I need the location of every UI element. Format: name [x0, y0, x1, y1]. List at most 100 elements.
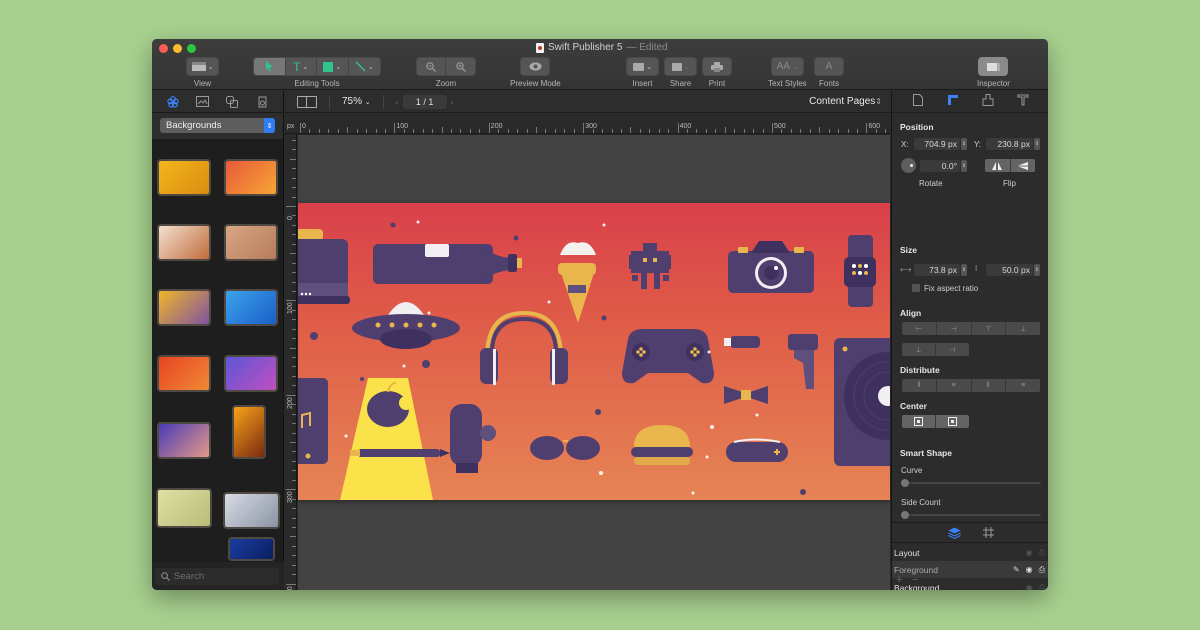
x-position-input[interactable]: 704.9 px — [914, 138, 960, 150]
visibility-eye-icon[interactable]: ◉ — [1026, 548, 1033, 558]
page-set-select[interactable]: Content Pages⇕ — [809, 96, 882, 107]
document-page[interactable] — [298, 203, 890, 500]
inspector-tab-text[interactable] — [1015, 94, 1031, 109]
align-top-button[interactable]: ⊤ — [972, 322, 1007, 335]
y-position-input[interactable]: 230.8 px — [986, 138, 1033, 150]
line-tool-button[interactable]: ⌄ — [349, 58, 380, 75]
fonts-button[interactable]: A — [815, 58, 843, 75]
thumbnail-yellow-purple-paint[interactable] — [159, 291, 209, 324]
flip-horizontal-button[interactable] — [985, 159, 1011, 172]
center-vertical-button[interactable] — [936, 415, 969, 428]
printer-icon[interactable]: ⎙ — [1039, 565, 1045, 575]
library-tab-symbols[interactable] — [253, 95, 271, 109]
shape-tool-button[interactable]: ⌄ — [317, 58, 349, 75]
align-left-button[interactable]: ⊢ — [902, 322, 937, 335]
rotate-input[interactable]: 0.0° — [920, 160, 960, 172]
visibility-eye-icon[interactable]: ◉ — [1026, 583, 1033, 591]
visibility-eye-icon[interactable]: ◉ — [1026, 565, 1033, 575]
smart-shape-title: Smart Shape — [900, 448, 952, 458]
zoom-out-button[interactable] — [417, 58, 447, 75]
thumbnail-fire-trees[interactable] — [234, 407, 264, 457]
align-vertical-center-button[interactable]: ⊣ — [936, 343, 969, 356]
grid-icon[interactable] — [982, 527, 994, 538]
thumbnail-purple-blue-paint[interactable] — [226, 357, 276, 390]
library-tab-images[interactable] — [194, 95, 212, 109]
fix-aspect-checkbox[interactable] — [912, 284, 920, 292]
select-tool-button[interactable] — [254, 58, 286, 75]
library-tab-backgrounds[interactable] — [164, 95, 182, 109]
thumbnail-tan-texture[interactable] — [226, 226, 276, 259]
align-right-button[interactable]: ⊣ — [937, 322, 972, 335]
facing-pages-button[interactable] — [297, 95, 317, 108]
minimize-window-button[interactable] — [173, 44, 182, 53]
flip-vertical-button[interactable] — [1011, 159, 1036, 172]
zoom-in-button[interactable] — [446, 58, 475, 75]
curve-slider-track[interactable] — [902, 482, 1041, 484]
center-horizontal-button[interactable] — [902, 415, 936, 428]
ruler-tick — [809, 129, 811, 133]
share-button[interactable]: ⌄ — [665, 58, 696, 75]
thumbnail-orange-pink-streaks[interactable] — [226, 161, 276, 194]
next-page-button[interactable]: › — [451, 97, 454, 107]
text-tool-button[interactable]: T ⌄ — [286, 58, 317, 75]
thumbnail-red-orange-paint[interactable] — [159, 357, 209, 390]
insert-button[interactable]: ⌄ — [627, 58, 658, 75]
ruler-label: 500 — [774, 123, 786, 130]
thumbnail-pale-green-texture[interactable] — [158, 490, 210, 526]
maximize-window-button[interactable] — [187, 44, 196, 53]
distribute-left-button[interactable]: ‖ — [902, 379, 937, 392]
inspector-button[interactable] — [979, 58, 1007, 75]
layers-icon[interactable] — [947, 527, 961, 539]
curve-slider-knob[interactable] — [901, 479, 909, 487]
inspector-tab-style[interactable] — [980, 94, 996, 109]
inspector-tab-geometry[interactable] — [945, 94, 961, 109]
thumbnail-blue-watercolor[interactable] — [226, 291, 276, 324]
align-bottom-button[interactable]: ⊥ — [1006, 322, 1040, 335]
width-stepper[interactable]: ⇕ — [961, 264, 967, 276]
zoom-level-select[interactable]: 75% ⌄ — [342, 96, 371, 107]
thumbnail-navy-texture[interactable] — [230, 539, 273, 559]
canvas[interactable] — [298, 135, 890, 590]
height-stepper[interactable]: ⇕ — [1034, 264, 1040, 276]
printer-icon[interactable]: ⎙ — [1039, 583, 1045, 591]
view-button[interactable]: ⌄ — [187, 58, 218, 75]
center-vertical-icon — [948, 417, 957, 426]
rotate-stepper[interactable]: ⇕ — [961, 160, 967, 172]
horizontal-ruler[interactable]: px 0 100 200 300 400 500 600 — [285, 114, 890, 134]
align-horizontal-center-button[interactable]: ⊥ — [902, 343, 936, 356]
previous-page-button[interactable]: ‹ — [396, 97, 399, 107]
layer-row-layout[interactable]: Layout ◉ ⎙ — [892, 544, 1048, 561]
y-stepper[interactable]: ⇕ — [1034, 138, 1040, 150]
thumbnail-purple-floral[interactable] — [159, 424, 209, 457]
close-window-button[interactable] — [159, 44, 168, 53]
add-layer-button[interactable]: + — [896, 574, 902, 586]
vertical-ruler[interactable]: 0 100 200 300 400 — [285, 134, 297, 590]
thumbnail-yellow-brushstroke[interactable] — [159, 161, 209, 194]
remove-layer-button[interactable]: − — [912, 574, 918, 586]
ruler-tick — [630, 127, 632, 133]
ruler-tick — [668, 129, 670, 133]
x-stepper[interactable]: ⇕ — [961, 138, 967, 150]
thumbnail-silver-swirl[interactable] — [225, 494, 278, 527]
width-input[interactable]: 73.8 px — [914, 264, 960, 276]
preview-mode-button[interactable] — [521, 58, 549, 75]
height-input[interactable]: 50.0 px — [986, 264, 1033, 276]
category-select[interactable]: Backgrounds ⇕ — [160, 118, 275, 133]
rotate-dial[interactable] — [901, 158, 916, 173]
distribute-vertical-button[interactable]: ≡ — [1006, 379, 1040, 392]
library-search-input[interactable]: Search — [155, 568, 279, 585]
pencil-icon[interactable]: ✎ — [1013, 565, 1020, 575]
page-indicator[interactable]: 1 / 1 — [402, 94, 447, 109]
library-tab-shapes[interactable] — [223, 95, 241, 109]
ruler-tick — [292, 545, 296, 547]
print-button[interactable] — [703, 58, 731, 75]
distribute-top-button[interactable]: ≡ — [937, 379, 972, 392]
printer-icon[interactable]: ⎙ — [1039, 548, 1045, 558]
page-set-value: Content Pages — [809, 96, 876, 107]
text-styles-button[interactable]: AA ⌄ — [772, 58, 803, 75]
side-count-slider-knob[interactable] — [901, 511, 909, 519]
side-count-slider-track[interactable] — [902, 514, 1041, 516]
distribute-horizontal-button[interactable]: ‖ — [972, 379, 1007, 392]
thumbnail-spotted-pattern[interactable] — [159, 226, 209, 259]
inspector-tab-document[interactable] — [910, 94, 926, 109]
